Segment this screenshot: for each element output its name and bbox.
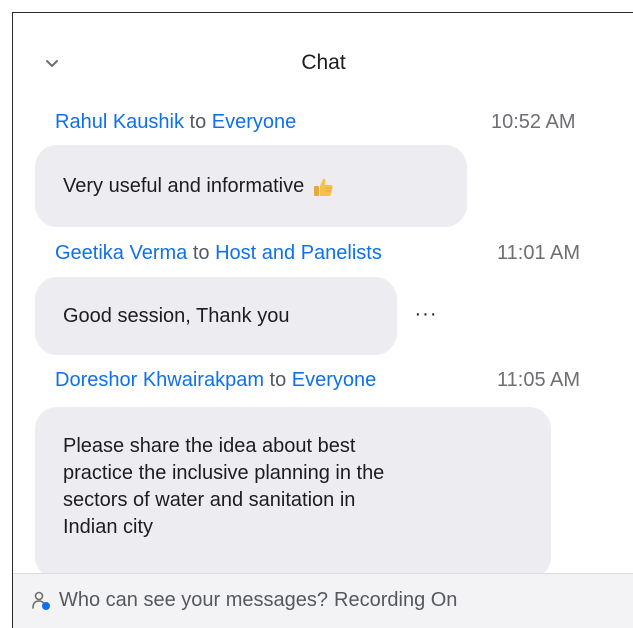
recipient-name[interactable]: Everyone [292, 369, 377, 391]
person-visibility-icon [31, 590, 53, 612]
recipient-name[interactable]: Everyone [212, 111, 297, 133]
message-bubble[interactable]: Please share the idea about best practic… [35, 407, 551, 573]
to-label: to [269, 369, 287, 391]
message-bubble[interactable]: Good session, Thank you [35, 277, 397, 355]
message-time: 11:05 AM [497, 369, 581, 391]
chat-title: Chat [301, 51, 346, 74]
more-options-button[interactable]: ··· [411, 304, 441, 324]
message-meta: Rahul Kaushik to Everyone [55, 111, 296, 134]
message-line: sectors of water and sanitation in [63, 489, 356, 511]
sender-name[interactable]: Doreshor Khwairakpam [55, 369, 264, 391]
message-text: Very useful and informative [63, 174, 305, 197]
thumbs-up-icon [312, 176, 334, 198]
sender-name[interactable]: Rahul Kaushik [55, 111, 184, 133]
message-text: Good session, Thank you [63, 304, 290, 327]
chat-footer: Who can see your messages? Recording On [13, 573, 633, 628]
sender-name[interactable]: Geetika Verma [55, 242, 187, 264]
recipient-name[interactable]: Host and Panelists [215, 242, 382, 264]
chat-header: Chat [13, 13, 633, 103]
to-label: to [192, 242, 210, 264]
chat-panel: Chat Rahul Kaushik to Everyone 10:52 AM … [12, 12, 633, 628]
recording-status: Recording On [334, 589, 458, 611]
message-line: Please share the idea about best [63, 435, 356, 457]
message-meta: Geetika Verma to Host and Panelists [55, 242, 382, 265]
message-line: practice the inclusive planning in the [63, 462, 385, 484]
message-time: 10:52 AM [491, 111, 576, 133]
message-text: Please share the idea about best practic… [63, 433, 384, 541]
footer-content: Who can see your messages? Recording On [31, 589, 457, 612]
message-bubble[interactable]: Very useful and informative [35, 145, 467, 227]
to-label: to [189, 111, 207, 133]
message-line: Indian city [63, 516, 154, 538]
message-list[interactable]: Rahul Kaushik to Everyone 10:52 AM Very … [13, 105, 633, 573]
message-meta: Doreshor Khwairakpam to Everyone [55, 369, 376, 392]
message-time: 11:01 AM [497, 242, 581, 264]
message-visibility-link[interactable]: Who can see your messages? [59, 589, 328, 612]
